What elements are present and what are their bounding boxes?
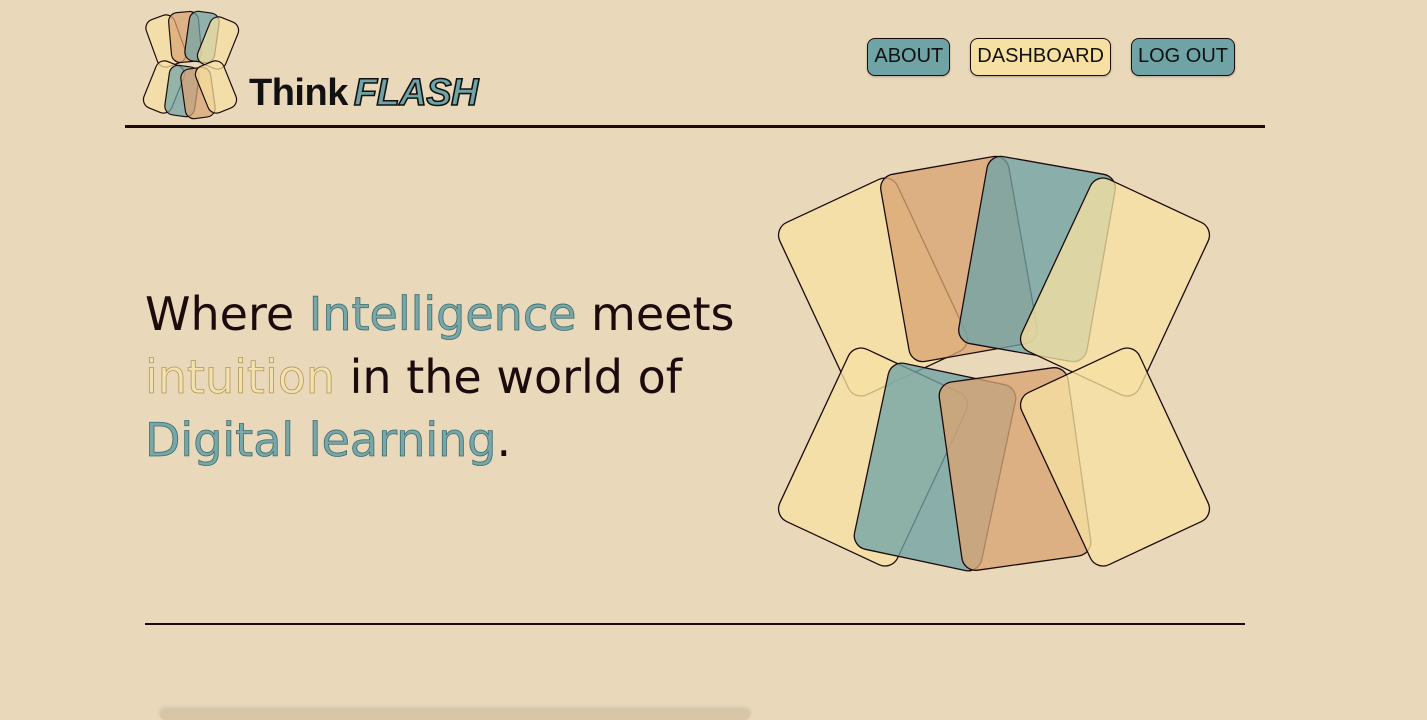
- about-button[interactable]: ABOUT: [867, 38, 951, 76]
- tagline-intelligence: Intelligence: [308, 287, 577, 342]
- brand-flash: FLASH: [353, 71, 479, 115]
- tagline-digital-learning: Digital learning: [145, 413, 497, 468]
- brand-wordmark[interactable]: Think FLASH: [249, 71, 479, 115]
- top-nav: ABOUT DASHBOARD LOG OUT: [867, 38, 1235, 76]
- site-header: Think FLASH ABOUT DASHBOARD LOG OUT: [125, 0, 1265, 128]
- content-card-edge: [160, 710, 750, 720]
- brand-think: Think: [249, 72, 348, 114]
- tagline-world-of: in the world of: [335, 350, 682, 404]
- tagline-intuition: intuition: [145, 350, 336, 405]
- logout-button[interactable]: LOG OUT: [1130, 38, 1235, 76]
- hero-tagline: Where Intelligence meets intuition in th…: [145, 283, 755, 472]
- section-divider: [145, 623, 1245, 625]
- tagline-period: .: [496, 413, 512, 467]
- tagline-where: Where: [145, 287, 309, 341]
- fanned-cards-illustration: [777, 155, 1211, 572]
- flash-cards-logo-icon[interactable]: [137, 10, 247, 124]
- tagline-meets: meets: [576, 287, 735, 341]
- dashboard-button[interactable]: DASHBOARD: [970, 38, 1111, 76]
